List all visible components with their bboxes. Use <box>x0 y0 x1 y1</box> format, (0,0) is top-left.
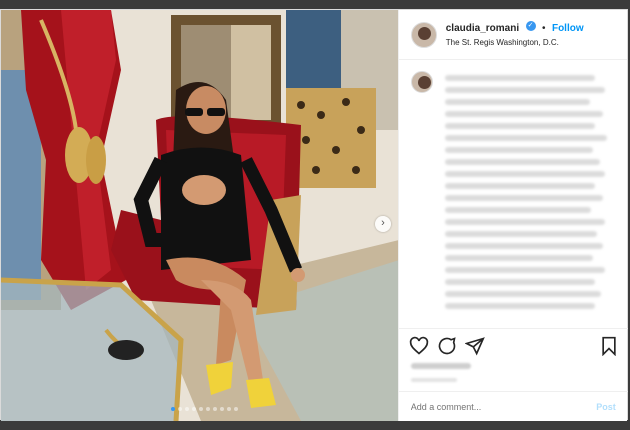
carousel-dot <box>227 407 231 411</box>
post-header: claudia_romani ✓ • Follow The St. Regis … <box>398 10 627 60</box>
carousel-dot <box>192 407 196 411</box>
carousel-dots <box>171 407 238 411</box>
window-frame: › claudia_romani ✓ • Follow The St. Regi… <box>0 0 630 430</box>
post-image <box>1 10 398 421</box>
caption-line <box>444 303 595 309</box>
heart-icon[interactable] <box>409 336 429 356</box>
caption-line <box>444 147 593 153</box>
carousel-dot <box>213 407 217 411</box>
caption-line <box>444 231 597 237</box>
caption-line <box>444 243 603 249</box>
caption-line <box>444 219 605 225</box>
caption-line <box>444 279 595 285</box>
caption-line <box>444 267 605 273</box>
comment-input[interactable] <box>410 401 561 412</box>
action-bar <box>398 328 628 362</box>
caption-line <box>444 183 595 189</box>
post-photo: › <box>1 10 398 421</box>
post-comment-button[interactable]: Post <box>596 402 616 412</box>
carousel-dot <box>185 407 189 411</box>
caption-line <box>444 195 603 201</box>
caption-line <box>444 111 603 117</box>
carousel-dot <box>234 407 238 411</box>
carousel-dot <box>220 407 224 411</box>
carousel-dot <box>206 407 210 411</box>
comment-bar: Post <box>398 391 628 421</box>
post-date <box>410 378 457 382</box>
location-link[interactable]: The St. Regis Washington, D.C. <box>446 36 584 50</box>
caption-avatar[interactable] <box>410 71 433 93</box>
caption-line <box>444 123 595 129</box>
caption-area <box>399 61 628 326</box>
post-card: › claudia_romani ✓ • Follow The St. Regi… <box>0 9 628 421</box>
caption-line <box>444 291 601 297</box>
caption-line <box>444 99 590 105</box>
carousel-dot <box>171 407 175 411</box>
separator: • <box>542 22 546 34</box>
follow-button[interactable]: Follow <box>552 23 584 34</box>
verified-icon: ✓ <box>525 21 536 32</box>
caption-line <box>444 207 591 213</box>
caption-line <box>444 171 605 177</box>
bookmark-icon[interactable] <box>599 336 619 356</box>
carousel-dot <box>199 407 203 411</box>
share-icon[interactable] <box>464 336 485 356</box>
caption-line <box>444 87 605 93</box>
username[interactable]: claudia_romani <box>446 23 519 34</box>
like-count[interactable] <box>410 363 471 369</box>
caption-line <box>444 75 595 81</box>
comment-icon[interactable] <box>437 336 457 356</box>
post-sidebar: claudia_romani ✓ • Follow The St. Regis … <box>397 10 628 421</box>
avatar[interactable] <box>410 21 437 48</box>
caption-line <box>444 135 607 141</box>
header-text: claudia_romani ✓ • Follow The St. Regis … <box>446 20 584 50</box>
caption-line <box>444 159 600 165</box>
carousel-dot <box>178 407 182 411</box>
carousel-next-button[interactable]: › <box>375 216 391 232</box>
caption-line <box>444 255 593 261</box>
